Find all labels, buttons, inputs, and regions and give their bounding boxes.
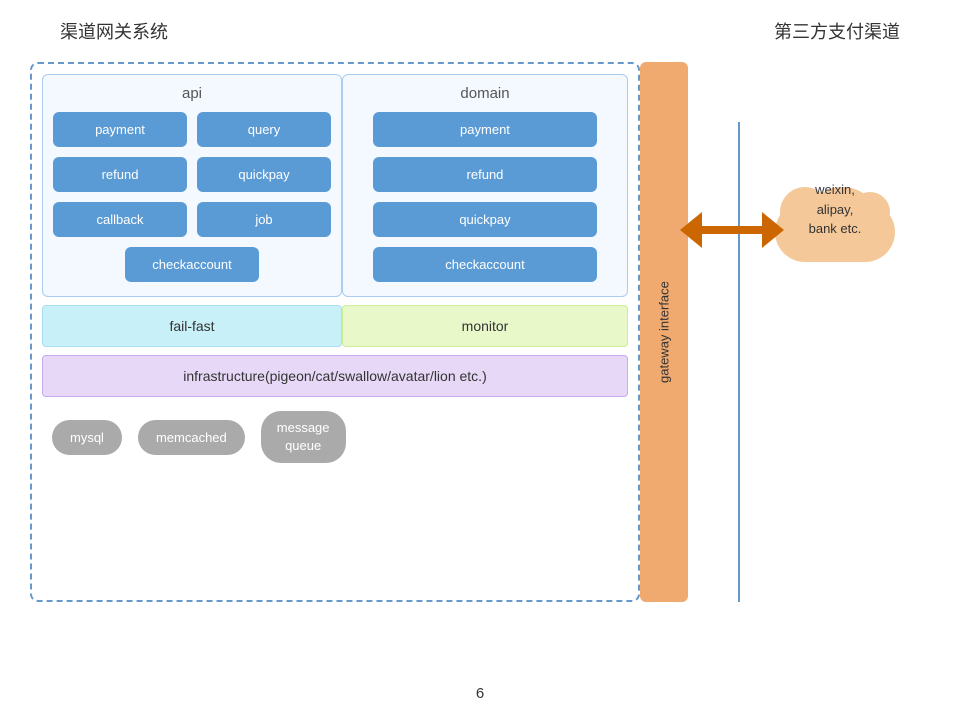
arrow-line	[702, 226, 762, 234]
domain-items: payment refund quickpay checkaccount	[353, 112, 617, 282]
api-grid: payment query refund quickpay callback j…	[53, 112, 331, 282]
arrow-left-head	[680, 212, 702, 248]
api-job-btn[interactable]: job	[197, 202, 331, 237]
api-quickpay-btn[interactable]: quickpay	[197, 157, 331, 192]
api-payment-btn[interactable]: payment	[53, 112, 187, 147]
cloud-shape: weixin,alipay,bank etc.	[760, 162, 920, 272]
storage-row: mysql memcached messagequeue	[42, 411, 628, 469]
domain-column: domain payment refund quickpay checkacco…	[342, 74, 628, 297]
memcached-item: memcached	[138, 420, 245, 455]
gateway-interface-bar: gateway interface	[640, 62, 688, 602]
top-section: api payment query refund quickpay callba…	[42, 74, 628, 297]
header: 渠道网关系统 第三方支付渠道	[0, 0, 960, 44]
message-queue-item: messagequeue	[261, 411, 346, 463]
left-plus-gateway: api payment query refund quickpay callba…	[30, 62, 688, 602]
api-column: api payment query refund quickpay callba…	[42, 74, 342, 297]
right-system-label: 第三方支付渠道	[774, 18, 900, 44]
api-checkaccount-btn[interactable]: checkaccount	[125, 247, 258, 282]
mysql-item: mysql	[52, 420, 122, 455]
api-refund-btn[interactable]: refund	[53, 157, 187, 192]
api-query-btn[interactable]: query	[197, 112, 331, 147]
domain-quickpay-btn[interactable]: quickpay	[373, 202, 597, 237]
vertical-divider-line	[738, 122, 740, 602]
fail-fast-box: fail-fast	[42, 305, 342, 347]
mid-section: fail-fast monitor	[42, 305, 628, 347]
infrastructure-box: infrastructure(pigeon/cat/swallow/avatar…	[42, 355, 628, 397]
left-system-label: 渠道网关系统	[60, 18, 168, 44]
cloud-text: weixin,alipay,bank etc.	[765, 180, 905, 239]
domain-payment-btn[interactable]: payment	[373, 112, 597, 147]
page-number: 6	[0, 685, 960, 702]
api-callback-btn[interactable]: callback	[53, 202, 187, 237]
domain-checkaccount-btn[interactable]: checkaccount	[373, 247, 597, 282]
domain-refund-btn[interactable]: refund	[373, 157, 597, 192]
domain-title: domain	[353, 85, 617, 102]
monitor-box: monitor	[342, 305, 628, 347]
left-system-box: api payment query refund quickpay callba…	[30, 62, 640, 602]
api-title: api	[53, 85, 331, 102]
main-content: api payment query refund quickpay callba…	[30, 62, 930, 602]
